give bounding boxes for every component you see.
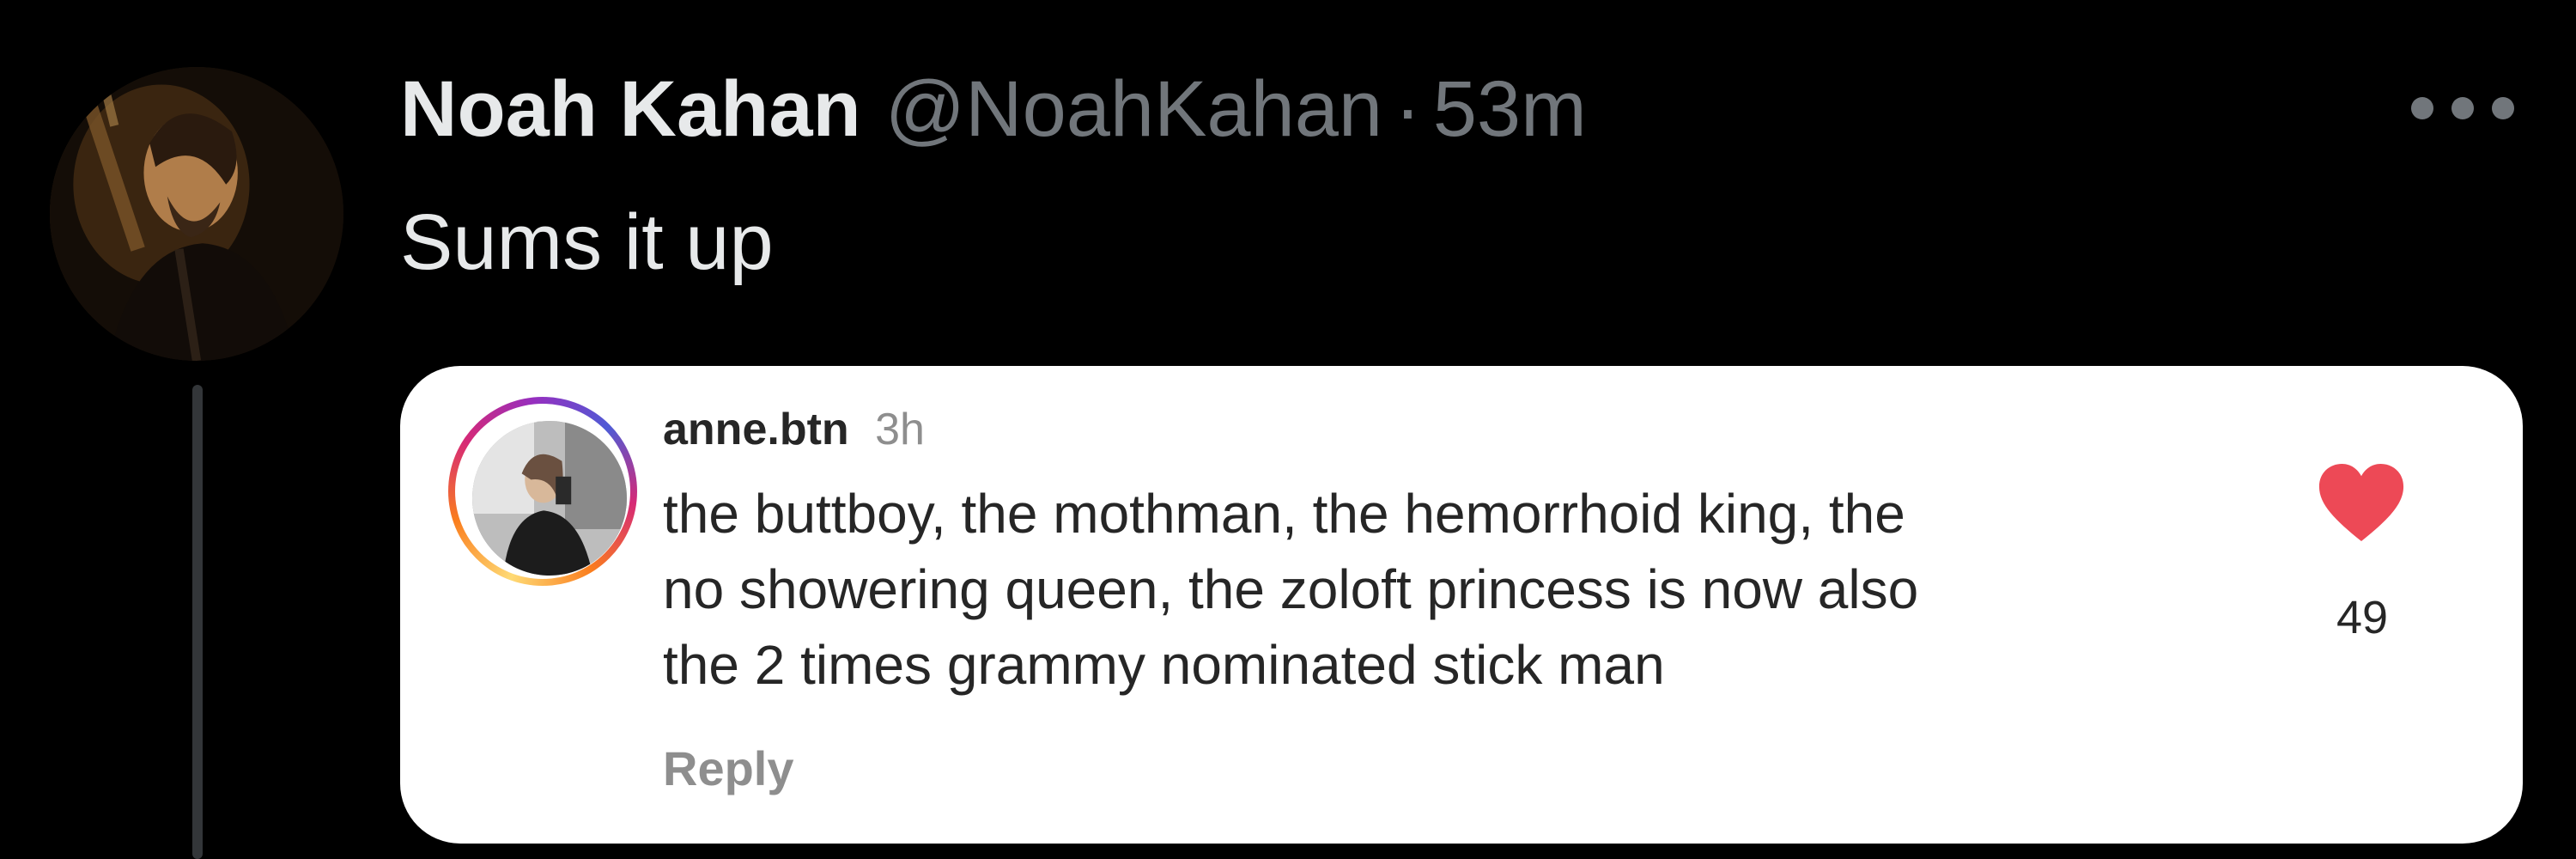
commenter-avatar [472, 421, 627, 576]
tweet-header: Noah Kahan @NoahKahan · 53m [400, 53, 1587, 165]
comment-timestamp: 3h [875, 405, 925, 454]
commenter-username[interactable]: anne.btn [663, 405, 849, 454]
comment-text-line: no showering queen, the zoloft princess … [663, 558, 1919, 620]
more-horizontal-icon [2411, 97, 2433, 119]
more-horizontal-icon-dot [2492, 97, 2514, 119]
comment-text: the buttboy, the mothman, the hemorrhoid… [663, 476, 2346, 703]
more-horizontal-icon-dot [2451, 97, 2474, 119]
comment-text-line: the 2 times grammy nominated stick man [663, 634, 1665, 696]
comment-header: anne.btn 3h [663, 407, 925, 452]
author-avatar[interactable] [50, 67, 343, 361]
commenter-avatar-story-ring[interactable] [448, 397, 637, 586]
tweet-text: Sums it up [400, 198, 774, 286]
like-count: 49 [2336, 592, 2389, 643]
tweet: Noah Kahan @NoahKahan · 53m Sums it up a… [0, 0, 2576, 859]
reply-button[interactable]: Reply [663, 740, 794, 796]
header-separator: · [1394, 65, 1421, 153]
heart-icon[interactable] [2317, 464, 2406, 543]
quoted-comment-image[interactable]: anne.btn 3h the buttboy, the mothman, th… [400, 366, 2523, 844]
tweet-timestamp[interactable]: 53m [1433, 70, 1587, 149]
thread-line [192, 385, 203, 859]
author-handle[interactable]: @NoahKahan [885, 70, 1382, 149]
author-display-name[interactable]: Noah Kahan [400, 70, 861, 149]
more-options-button[interactable] [2411, 91, 2514, 125]
comment-text-line: the buttboy, the mothman, the hemorrhoid… [663, 483, 1905, 545]
